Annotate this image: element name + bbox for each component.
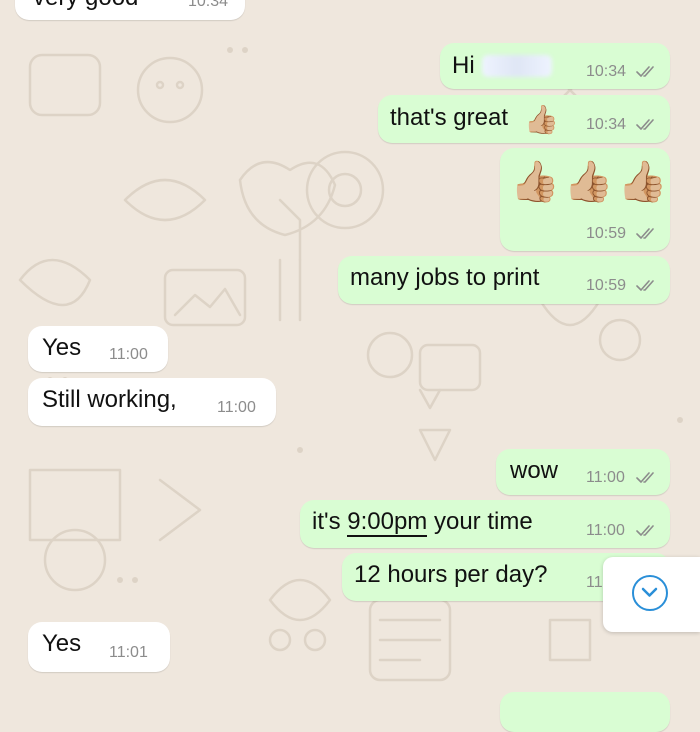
thumbs-up-emoji: 👍🏼 (524, 104, 559, 135)
message-text: it's 9:00pm your time (312, 508, 533, 537)
message-text: Yes (42, 630, 82, 657)
time-link[interactable]: 9:00pm (347, 508, 428, 537)
message-bubble-outgoing[interactable]: 👍🏼👍🏼👍🏼 10:59 (500, 148, 670, 251)
message-bubble-outgoing[interactable]: Hi 10:34 (440, 43, 670, 89)
double-check-icon (636, 472, 654, 483)
message-time: 10:34 (586, 116, 627, 133)
message-text: many jobs to print (350, 264, 540, 291)
message-bubble-incoming[interactable]: very good 10:34 (15, 0, 245, 20)
thumbs-up-emoji: 👍🏼👍🏼👍🏼 (510, 160, 672, 204)
message-bubble-outgoing[interactable]: wow 11:00 (496, 449, 670, 495)
message-time: 10:59 (586, 277, 627, 294)
message-bubble-outgoing[interactable]: many jobs to print 10:59 (338, 256, 670, 304)
message-bubble-outgoing[interactable]: that's great 👍🏼 10:34 (378, 95, 670, 143)
double-check-icon (636, 119, 654, 130)
message-bubble-outgoing[interactable]: it's 9:00pm your time 11:00 (300, 500, 670, 548)
double-check-icon (636, 280, 654, 291)
message-text: that's great (390, 104, 508, 131)
chevron-down-circle-icon (632, 575, 668, 611)
double-check-icon (636, 228, 654, 239)
message-bubble-incoming[interactable]: Yes 11:00 (28, 326, 168, 372)
message-text: Hi (452, 52, 475, 79)
redacted-name (482, 55, 552, 77)
double-check-icon (636, 525, 654, 536)
message-text: very good (33, 0, 138, 12)
message-text: 12 hours per day? (354, 561, 548, 588)
message-bubble-incoming[interactable]: Still working, 11:00 (28, 378, 276, 426)
scroll-to-bottom-button[interactable] (603, 557, 700, 632)
message-bubble-incoming[interactable]: Yes 11:01 (28, 622, 170, 672)
double-check-icon (636, 66, 654, 77)
message-text: wow (510, 457, 559, 484)
message-time: 10:34 (586, 63, 627, 80)
message-time: 11:00 (586, 522, 625, 539)
message-time: 11:00 (586, 469, 625, 486)
message-time: 10:59 (586, 225, 627, 242)
message-time: 10:34 (188, 0, 229, 10)
message-text: Still working, (42, 386, 177, 413)
message-time: 11:00 (217, 399, 256, 416)
message-time: 11:01 (109, 644, 148, 661)
message-text-after: your time (427, 508, 533, 535)
message-time: 11:00 (109, 346, 148, 363)
message-text: Yes (42, 334, 82, 361)
message-text-before: it's (312, 508, 348, 535)
message-bubble-outgoing[interactable] (500, 692, 670, 732)
